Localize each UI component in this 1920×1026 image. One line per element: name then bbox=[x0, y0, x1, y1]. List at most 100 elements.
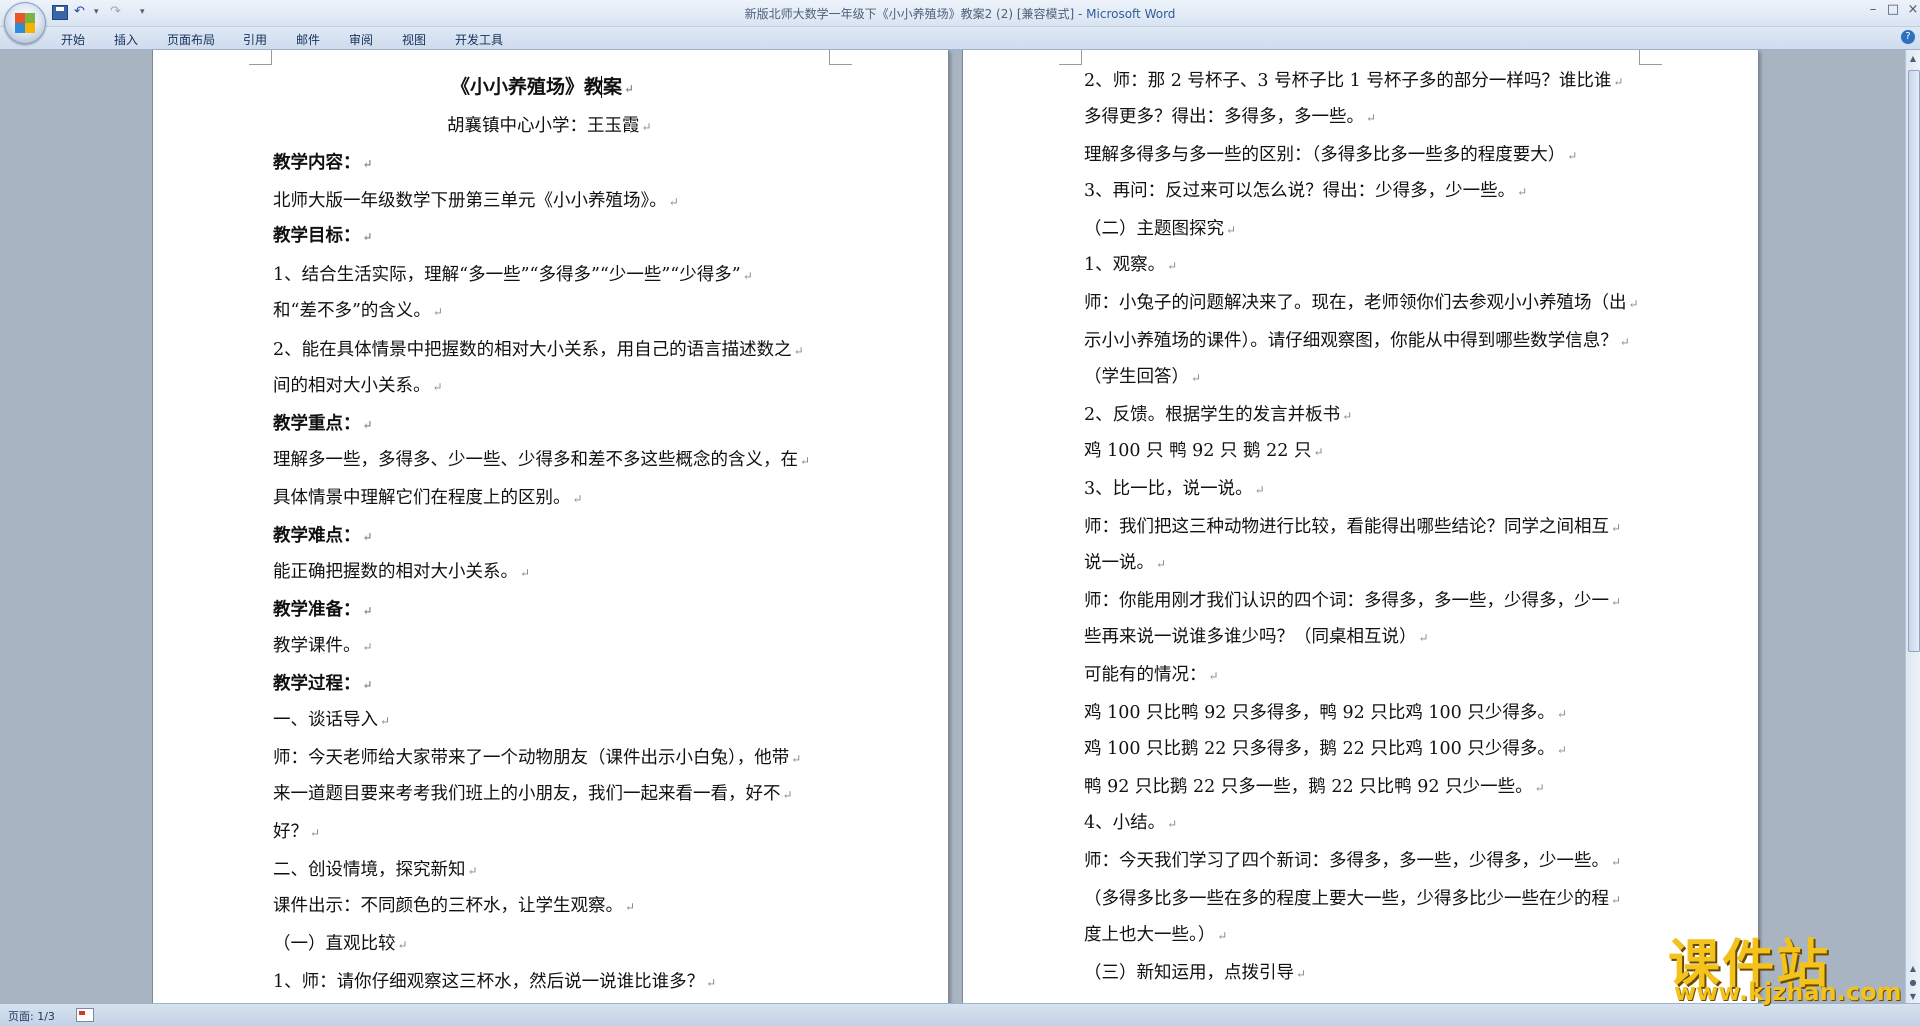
page-1-paragraph[interactable]: 1、师：请你仔细观察这三杯水，然后说一说谁比谁多？ ↵ bbox=[273, 971, 716, 994]
page-1-paragraph[interactable]: 二、创设情境，探究新知 ↵ bbox=[273, 859, 478, 882]
page-2-paragraph[interactable]: 鸡 100 只比鸭 92 只多得多，鸭 92 只比鸡 100 只少得多。 ↵ bbox=[1084, 702, 1567, 725]
page-1-paragraph[interactable]: 教学重点： ↵ bbox=[273, 413, 373, 436]
page-1-paragraph[interactable]: 和“差不多”的含义。 ↵ bbox=[273, 300, 443, 323]
paragraph-text: 来一道题目要来考考我们班上的小朋友，我们一起来看一看，好不 bbox=[273, 784, 781, 804]
tab-review[interactable]: 审阅 bbox=[349, 31, 373, 48]
title-bar: ↶ ▾ ↷ ▾ 新版北师大数学一年级下《小小养殖场》教案2 (2) [兼容模式]… bbox=[0, 0, 1920, 44]
paragraph-text: 说一说。 bbox=[1084, 553, 1154, 573]
page-1-paragraph[interactable]: 胡襄镇中心小学：王玉霞 ↵ bbox=[447, 115, 652, 138]
paragraph-text: 2、师：那 2 号杯子、3 号杯子比 1 号杯子多的部分一样吗？谁比谁 bbox=[1084, 71, 1612, 91]
tab-insert[interactable]: 插入 bbox=[114, 31, 138, 48]
paragraph-text: 师：今天老师给大家带来了一个动物朋友（课件出示小白兔），他带 bbox=[273, 748, 790, 768]
page-2-paragraph[interactable]: 师：今天我们学习了四个新词：多得多，多一些，少得多，少一些。 ↵ bbox=[1084, 850, 1621, 873]
page-1-paragraph[interactable]: 课件出示：不同颜色的三杯水，让学生观察。 ↵ bbox=[273, 895, 635, 918]
page-1-paragraph[interactable]: 具体情景中理解它们在程度上的区别。 ↵ bbox=[273, 487, 583, 510]
paragraph-text: 3、再问：反过来可以怎么说？得出：少得多，少一些。 bbox=[1084, 181, 1516, 201]
page-1-paragraph[interactable]: 教学课件。 ↵ bbox=[273, 635, 373, 658]
tab-developer[interactable]: 开发工具 bbox=[455, 31, 503, 48]
help-icon[interactable]: ? bbox=[1901, 30, 1915, 44]
page-1-paragraph[interactable]: （一）直观比较 ↵ bbox=[273, 933, 408, 956]
maximize-button[interactable]: □ bbox=[1882, 2, 1904, 17]
page-2-paragraph[interactable]: 说一说。 ↵ bbox=[1084, 552, 1166, 575]
page-count[interactable]: 页面: 1/3 bbox=[8, 1008, 55, 1024]
tab-page-layout[interactable]: 页面布局 bbox=[167, 31, 215, 48]
scroll-thumb[interactable] bbox=[1908, 70, 1920, 652]
tab-references[interactable]: 引用 bbox=[243, 31, 267, 48]
tab-mailings[interactable]: 邮件 bbox=[296, 31, 320, 48]
paragraph-mark-icon: ↵ bbox=[362, 230, 373, 244]
page-2[interactable]: 2、师：那 2 号杯子、3 号杯子比 1 号杯子多的部分一样吗？谁比谁 ↵ 多得更多… bbox=[962, 50, 1759, 1004]
window-title: 新版北师大数学一年级下《小小养殖场》教案2 (2) [兼容模式] - Micro… bbox=[0, 5, 1920, 22]
paragraph-text: 鸡 100 只比鸭 92 只多得多，鸭 92 只比鸡 100 只少得多。 bbox=[1084, 703, 1555, 723]
page-1-paragraph[interactable]: 一、谈话导入 ↵ bbox=[273, 709, 390, 732]
page-1-paragraph[interactable]: 教学准备： ↵ bbox=[273, 599, 373, 622]
paragraph-text: 课件出示：不同颜色的三杯水，让学生观察。 bbox=[273, 896, 623, 916]
office-button[interactable] bbox=[4, 2, 46, 44]
page-1-paragraph[interactable]: 《小小养殖场》教案 ↵ bbox=[451, 76, 634, 100]
paragraph-text: 鸡 100 只 鸭 92 只 鹅 22 只 bbox=[1084, 441, 1312, 461]
page-2-paragraph[interactable]: 1、观察。 ↵ bbox=[1084, 254, 1177, 277]
page-2-paragraph[interactable]: 2、师：那 2 号杯子、3 号杯子比 1 号杯子多的部分一样吗？谁比谁 ↵ bbox=[1084, 70, 1623, 93]
page-2-paragraph[interactable]: 些再来说一说谁多谁少吗？（同桌相互说） ↵ bbox=[1084, 626, 1429, 649]
paragraph-text: 3、比一比，说一说。 bbox=[1084, 479, 1253, 499]
page-2-paragraph[interactable]: 鸭 92 只比鹅 22 只多一些，鹅 22 只比鸭 92 只少一些。 ↵ bbox=[1084, 776, 1545, 799]
paragraph-mark-icon: ↵ bbox=[1167, 259, 1178, 273]
paragraph-text: 和“差不多”的含义。 bbox=[273, 301, 431, 321]
next-page-icon[interactable]: ▼ bbox=[1907, 990, 1919, 1004]
page-2-paragraph[interactable]: 多得更多？得出：多得多，多一些。 ↵ bbox=[1084, 106, 1376, 129]
page-2-paragraph[interactable]: 3、再问：反过来可以怎么说？得出：少得多，少一些。 ↵ bbox=[1084, 180, 1527, 203]
page-1-paragraph[interactable]: 理解多一些，多得多、少一些、少得多和差不多这些概念的含义，在 ↵ bbox=[273, 449, 810, 472]
minimize-button[interactable]: – bbox=[1862, 2, 1884, 17]
previous-page-icon[interactable]: ▲ bbox=[1907, 962, 1919, 976]
tab-view[interactable]: 视图 bbox=[402, 31, 426, 48]
paragraph-text: （一）直观比较 bbox=[273, 934, 396, 954]
page-1-paragraph[interactable]: 1、结合生活实际，理解“多一些”“多得多”“少一些”“少得多” ↵ bbox=[273, 264, 753, 287]
page-1-paragraph[interactable]: 来一道题目要来考考我们班上的小朋友，我们一起来看一看，好不 ↵ bbox=[273, 783, 793, 806]
page-2-paragraph[interactable]: （学生回答） ↵ bbox=[1084, 366, 1201, 389]
page-1-paragraph[interactable]: 教学内容： ↵ bbox=[273, 152, 373, 175]
document-workspace: 《小小养殖场》教案 ↵ 胡襄镇中心小学：王玉霞 ↵ 教学内容： ↵ 北师大版一年级数学下册第… bbox=[0, 50, 1905, 1004]
page-2-paragraph[interactable]: 示小小养殖场的课件）。请仔细观察图，你能从中得到哪些数学信息？ ↵ bbox=[1084, 330, 1630, 353]
page-1[interactable]: 《小小养殖场》教案 ↵ 胡襄镇中心小学：王玉霞 ↵ 教学内容： ↵ 北师大版一年级数学下册第… bbox=[152, 50, 949, 1004]
page-2-paragraph[interactable]: 师：你能用刚才我们认识的四个词：多得多，多一些，少得多，少一 ↵ bbox=[1084, 590, 1621, 613]
page-2-paragraph[interactable]: 鸡 100 只比鹅 22 只多得多，鹅 22 只比鸡 100 只少得多。 ↵ bbox=[1084, 738, 1567, 761]
paragraph-mark-icon: ↵ bbox=[1613, 75, 1624, 89]
page-2-paragraph[interactable]: 理解多得多与多一些的区别：（多得多比多一些多的程度要大） ↵ bbox=[1084, 144, 1577, 167]
page-2-paragraph[interactable]: （二）主题图探究 ↵ bbox=[1084, 218, 1236, 241]
page-2-paragraph[interactable]: 师：小兔子的问题解决来了。现在，老师领你们去参观小小养殖场（出 ↵ bbox=[1084, 292, 1639, 315]
language-icon[interactable] bbox=[76, 1008, 94, 1022]
page-1-paragraph[interactable]: 教学过程： ↵ bbox=[273, 673, 373, 696]
page-1-paragraph[interactable]: 2、能在具体情景中把握数的相对大小关系，用自己的语言描述数之 ↵ bbox=[273, 339, 804, 362]
paragraph-mark-icon: ↵ bbox=[520, 566, 531, 580]
paragraph-mark-icon: ↵ bbox=[397, 938, 408, 952]
paragraph-mark-icon: ↵ bbox=[572, 492, 583, 506]
browse-object-icon[interactable]: ● bbox=[1907, 976, 1919, 990]
page-2-paragraph[interactable]: 度上也大一些。） ↵ bbox=[1084, 924, 1227, 947]
page-1-paragraph[interactable]: 好？ ↵ bbox=[273, 821, 320, 844]
vertical-scrollbar[interactable]: ▲ ▲ ● ▼ bbox=[1905, 50, 1920, 1003]
page-2-paragraph[interactable]: 师：我们把这三种动物进行比较，看能得出哪些结论？同学之间相互 ↵ bbox=[1084, 516, 1621, 539]
watermark-url: www.kjzhan.com bbox=[1674, 978, 1902, 1006]
page-1-paragraph[interactable]: 教学目标： ↵ bbox=[273, 225, 373, 248]
page-1-paragraph[interactable]: 师：今天老师给大家带来了一个动物朋友（课件出示小白兔），他带 ↵ bbox=[273, 747, 801, 770]
page-2-paragraph[interactable]: 可能有的情况： ↵ bbox=[1084, 664, 1219, 687]
page-2-paragraph[interactable]: 鸡 100 只 鸭 92 只 鹅 22 只 ↵ bbox=[1084, 440, 1324, 463]
paragraph-text: 多得更多？得出：多得多，多一些。 bbox=[1084, 107, 1364, 127]
page-1-paragraph[interactable]: 北师大版一年级数学下册第三单元《小小养殖场》。 ↵ bbox=[273, 190, 679, 213]
page-2-paragraph[interactable]: （三）新知运用，点拨引导 ↵ bbox=[1084, 962, 1306, 985]
page-2-paragraph[interactable]: 3、比一比，说一说。 ↵ bbox=[1084, 478, 1265, 501]
page-2-paragraph[interactable]: 2、反馈。根据学生的发言并板书 ↵ bbox=[1084, 404, 1352, 427]
page-2-paragraph[interactable]: 4、小结。 ↵ bbox=[1084, 812, 1177, 835]
paragraph-text: 鸡 100 只比鹅 22 只多得多，鹅 22 只比鸡 100 只少得多。 bbox=[1084, 739, 1555, 759]
tab-home[interactable]: 开始 bbox=[61, 31, 85, 48]
page-2-paragraph[interactable]: （多得多比多一些在多的程度上要大一些，少得多比少一些在少的程 ↵ bbox=[1084, 888, 1621, 911]
close-button[interactable]: × bbox=[1902, 2, 1920, 17]
page-1-paragraph[interactable]: 教学难点： ↵ bbox=[273, 525, 373, 548]
paragraph-mark-icon: ↵ bbox=[793, 344, 804, 358]
scroll-up-icon[interactable]: ▲ bbox=[1907, 52, 1919, 66]
paragraph-text: 师：我们把这三种动物进行比较，看能得出哪些结论？同学之间相互 bbox=[1084, 517, 1609, 537]
paragraph-text: 师：你能用刚才我们认识的四个词：多得多，多一些，少得多，少一 bbox=[1084, 591, 1609, 611]
paragraph-text: 2、能在具体情景中把握数的相对大小关系，用自己的语言描述数之 bbox=[273, 340, 792, 360]
page-1-paragraph[interactable]: 能正确把握数的相对大小关系。 ↵ bbox=[273, 561, 530, 584]
page-1-paragraph[interactable]: 间的相对大小关系。 ↵ bbox=[273, 375, 443, 398]
